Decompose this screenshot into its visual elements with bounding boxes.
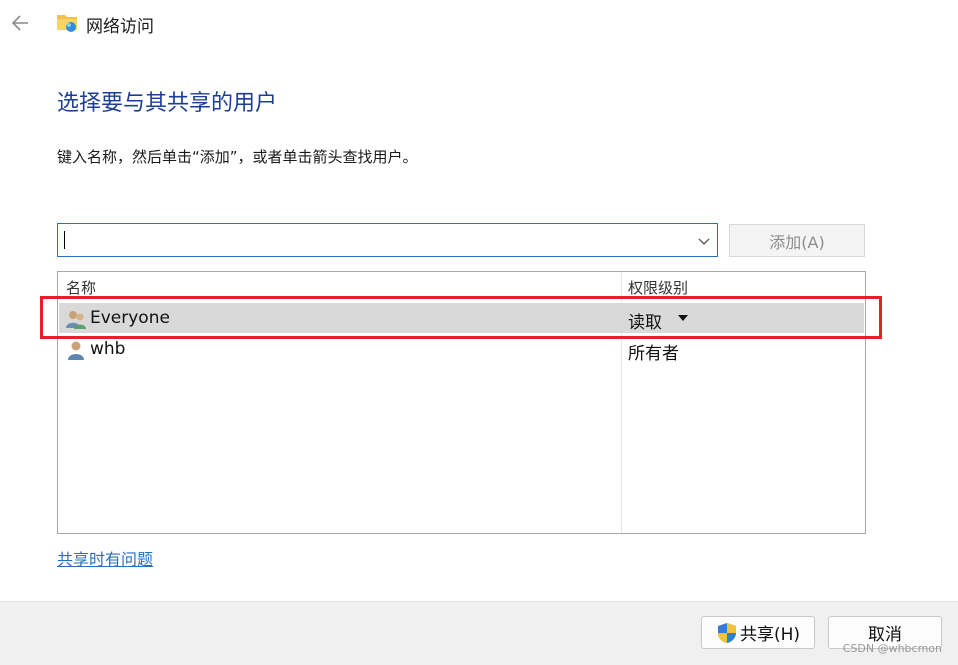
list-row-everyone[interactable]: Everyone 读取 [59,303,864,333]
back-button[interactable] [8,10,34,36]
chevron-down-icon[interactable] [697,233,711,247]
back-arrow-icon [11,15,28,31]
text-caret [64,231,65,249]
column-header-name[interactable]: 名称 [66,277,96,298]
window-title: 网络访问 [86,17,154,37]
watermark-text: CSDN @whbcmon [842,642,942,655]
user-permission-list: 名称 权限级别 Everyone 读取 whb 所有者 [57,271,866,534]
user-icon [65,339,87,361]
share-button-label: 共享(H) [739,625,801,645]
uac-shield-icon [717,622,736,643]
row-name: Everyone [90,308,170,328]
instructions-text: 键入名称，然后单击“添加”，或者单击箭头查找用户。 [57,148,418,166]
dropdown-arrow-icon[interactable] [678,315,688,321]
add-button[interactable]: 添加(A) [729,224,865,257]
list-row-whb[interactable]: whb 所有者 [59,334,864,364]
list-header: 名称 权限级别 [58,272,865,298]
network-share-icon [56,11,80,35]
row-name: whb [90,339,126,359]
column-header-permission[interactable]: 权限级别 [628,277,688,298]
group-users-icon [65,308,87,330]
permission-dropdown[interactable]: 读取 [628,308,662,333]
row-permission: 所有者 [628,344,679,364]
user-name-combobox[interactable] [57,223,718,257]
sharing-help-link[interactable]: 共享时有问题 [57,546,153,570]
share-button[interactable]: 共享(H) [701,616,815,649]
page-heading: 选择要与其共享的用户 [57,91,278,116]
